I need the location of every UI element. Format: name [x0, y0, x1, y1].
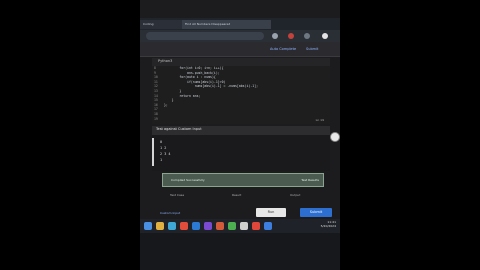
custom-input-link[interactable]: Custom Input — [160, 211, 180, 215]
page-menu-row: Auto Complete Submit — [140, 42, 340, 57]
column-result: Result — [232, 193, 242, 197]
extension-icon[interactable] — [288, 33, 294, 39]
submit-button[interactable]: Submit — [300, 208, 332, 217]
app-icon[interactable] — [216, 222, 224, 230]
app-icon[interactable] — [228, 222, 236, 230]
chrome-icon[interactable] — [180, 222, 188, 230]
output-line: 1 2 — [160, 146, 167, 150]
folder-icon[interactable] — [156, 222, 164, 230]
result-banner: Compiled Successfully Test Results — [162, 173, 324, 187]
app-icon[interactable] — [252, 222, 260, 230]
taskbar: 11:41 5/20/2024 — [140, 219, 340, 233]
editor-header: Python3 — [152, 58, 330, 66]
search-icon[interactable] — [272, 33, 278, 39]
app-icon[interactable] — [240, 222, 248, 230]
bottom-area — [140, 233, 340, 270]
output-line: 1 — [160, 158, 163, 162]
app-icon[interactable] — [264, 222, 272, 230]
vscode-icon[interactable] — [192, 222, 200, 230]
console-output: 0 1 2 2 3 4 1 — [152, 135, 330, 171]
output-line: 2 3 4 — [160, 152, 171, 156]
left-letterbox — [0, 0, 140, 270]
browser-tab-2[interactable]: Find All Numbers Disappeared — [182, 20, 271, 29]
column-output: Output — [290, 193, 301, 197]
auto-complete-button[interactable]: Auto Complete — [270, 46, 296, 52]
console-scrollbar[interactable] — [152, 138, 154, 166]
compile-status: Compiled Successfully — [171, 178, 205, 182]
result-detail-link[interactable]: Test Results — [301, 178, 319, 182]
system-clock[interactable]: 11:41 5/20/2024 — [321, 220, 336, 228]
browser-toolbar — [140, 30, 340, 42]
code-editor[interactable]: 8 for(int i=0; i<n; i++){ 9 ans.push_bac… — [152, 66, 330, 124]
output-line: 0 — [160, 140, 163, 144]
cursor-position: Ln 19 — [315, 118, 324, 122]
submit-link[interactable]: Submit — [306, 46, 318, 52]
test-columns: Test Case Result Output — [160, 193, 310, 203]
toggle-console-icon[interactable] — [330, 132, 340, 142]
browser-tab-bar: Coding Find All Numbers Disappeared — [140, 18, 340, 30]
browser-tab-1[interactable]: Coding — [140, 20, 183, 29]
edge-icon[interactable] — [168, 222, 176, 230]
column-test-case: Test Case — [170, 193, 185, 197]
right-letterbox — [340, 0, 480, 270]
profile-icon[interactable] — [304, 33, 310, 39]
address-bar[interactable] — [146, 32, 264, 40]
console-title: Test against Custom Input — [156, 127, 202, 131]
console-header[interactable]: Test against Custom Input — [152, 126, 330, 135]
code-line: 19 — [154, 116, 158, 121]
start-icon[interactable] — [144, 222, 152, 230]
menu-icon[interactable] — [322, 33, 328, 39]
screen-frame: Coding Find All Numbers Disappeared Auto… — [140, 0, 340, 270]
run-button[interactable]: Run — [256, 208, 286, 217]
language-select[interactable]: Python3 — [158, 59, 172, 63]
app-icon[interactable] — [204, 222, 212, 230]
